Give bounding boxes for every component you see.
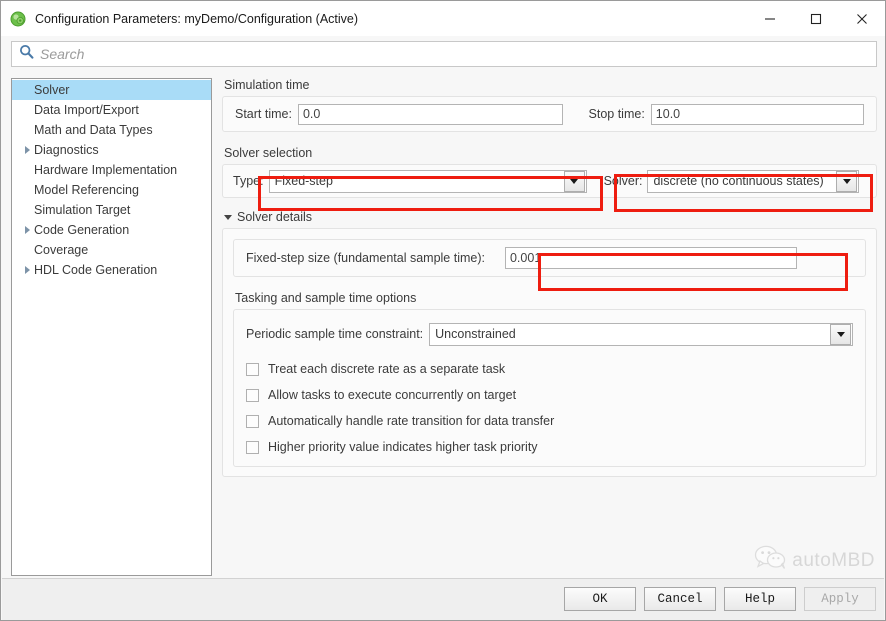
- tree-item-solver[interactable]: Solver: [12, 80, 211, 100]
- checkbox-row-rate-transition[interactable]: Automatically handle rate transition for…: [246, 408, 853, 434]
- cancel-button[interactable]: Cancel: [644, 587, 716, 611]
- minimize-button[interactable]: [747, 1, 793, 36]
- solver-type-combobox[interactable]: Fixed-step: [268, 169, 587, 193]
- expand-arrow-icon[interactable]: [20, 266, 34, 274]
- fixed-step-size-label: Fixed-step size (fundamental sample time…: [246, 251, 485, 265]
- tree-item-label: Data Import/Export: [34, 103, 139, 117]
- tree-item-label: Math and Data Types: [34, 123, 153, 137]
- checkbox-row-task-priority[interactable]: Higher priority value indicates higher t…: [246, 434, 853, 460]
- tree-item-label: Hardware Implementation: [34, 163, 178, 177]
- search-icon: [19, 44, 34, 64]
- expand-arrow-icon[interactable]: [20, 146, 34, 154]
- checkbox-higher-priority-value[interactable]: [246, 440, 259, 454]
- window-title: Configuration Parameters: myDemo/Configu…: [35, 11, 359, 26]
- solver-details-panel: Fixed-step size (fundamental sample time…: [222, 228, 877, 477]
- solver-details-section-header[interactable]: Solver details: [224, 210, 877, 224]
- simulink-config-icon: [10, 11, 26, 27]
- tree-item-label: Model Referencing: [34, 183, 139, 197]
- solver-type-value: Fixed-step: [274, 174, 333, 188]
- checkbox-label: Allow tasks to execute concurrently on t…: [268, 388, 517, 402]
- expand-arrow-icon[interactable]: [20, 226, 34, 234]
- tree-item-code-generation[interactable]: Code Generation: [12, 220, 211, 240]
- tree-item-math-and-data-types[interactable]: Math and Data Types: [12, 120, 211, 140]
- tree-item-hdl-code-generation[interactable]: HDL Code Generation: [12, 260, 211, 280]
- tasking-options-group-label: Tasking and sample time options: [235, 291, 417, 305]
- checkbox-label: Higher priority value indicates higher t…: [268, 440, 538, 454]
- close-button[interactable]: [839, 1, 885, 36]
- window-controls: [747, 1, 885, 36]
- tree-item-label: Simulation Target: [34, 203, 131, 217]
- checkbox-row-concurrent-tasks[interactable]: Allow tasks to execute concurrently on t…: [246, 382, 853, 408]
- solver-combobox[interactable]: discrete (no continuous states): [647, 169, 860, 193]
- search-input[interactable]: [40, 46, 818, 62]
- periodic-sample-time-value: Unconstrained: [435, 327, 516, 341]
- footer-button-row: OK Cancel Help Apply: [564, 587, 876, 611]
- configuration-tree[interactable]: Solver Data Import/Export Math and Data …: [11, 78, 212, 576]
- checkbox-auto-handle-rate-transition[interactable]: [246, 414, 259, 428]
- simulation-time-panel: Start time: 0.0 Stop time: 10.0: [222, 96, 877, 132]
- stop-time-label: Stop time:: [588, 107, 645, 121]
- title-bar: Configuration Parameters: myDemo/Configu…: [1, 1, 885, 36]
- solver-details-label: Solver details: [237, 210, 313, 224]
- solver-selection-group-label: Solver selection: [224, 146, 313, 160]
- checkbox-row-separate-task[interactable]: Treat each discrete rate as a separate t…: [246, 356, 853, 382]
- tree-item-diagnostics[interactable]: Diagnostics: [12, 140, 211, 160]
- start-time-input[interactable]: 0.0: [297, 103, 563, 125]
- checkbox-allow-tasks-concurrently[interactable]: [246, 388, 259, 402]
- periodic-sample-time-combobox[interactable]: Unconstrained: [429, 322, 853, 346]
- checkbox-treat-each-discrete-rate[interactable]: [246, 362, 259, 376]
- apply-button[interactable]: Apply: [804, 587, 876, 611]
- tree-item-label: HDL Code Generation: [34, 263, 158, 277]
- fixed-step-size-panel: Fixed-step size (fundamental sample time…: [233, 239, 866, 277]
- solver-type-label: Type:: [233, 174, 264, 188]
- search-bar[interactable]: [11, 41, 877, 67]
- checkbox-label: Automatically handle rate transition for…: [268, 414, 555, 428]
- tree-item-label: Code Generation: [34, 223, 130, 237]
- fixed-step-size-input[interactable]: 0.001: [504, 247, 797, 269]
- tree-item-model-referencing[interactable]: Model Referencing: [12, 180, 211, 200]
- dialog-footer: OK Cancel Help Apply: [2, 578, 884, 620]
- start-time-label: Start time:: [235, 107, 292, 121]
- tasking-options-panel: Periodic sample time constraint: Unconst…: [233, 309, 866, 467]
- stop-time-input[interactable]: 10.0: [650, 103, 864, 125]
- chevron-down-icon[interactable]: [830, 323, 851, 345]
- settings-pane: Simulation time Start time: 0.0 Stop tim…: [222, 78, 877, 576]
- tree-item-label: Coverage: [34, 243, 89, 257]
- periodic-sample-time-label: Periodic sample time constraint:: [246, 327, 424, 341]
- watermark-text: autoMBD: [792, 549, 875, 571]
- chevron-down-icon[interactable]: [836, 170, 858, 192]
- tree-item-label: Solver: [34, 83, 70, 97]
- tree-item-label: Diagnostics: [34, 143, 99, 157]
- tree-item-hardware-implementation[interactable]: Hardware Implementation: [12, 160, 211, 180]
- watermark: autoMBD: [754, 545, 875, 576]
- tree-item-coverage[interactable]: Coverage: [12, 240, 211, 260]
- wechat-icon: [754, 545, 788, 576]
- simulation-time-group-label: Simulation time: [224, 78, 310, 92]
- collapse-arrow-icon: [224, 214, 232, 220]
- maximize-button[interactable]: [793, 1, 839, 36]
- chevron-down-icon[interactable]: [563, 170, 585, 192]
- ok-button[interactable]: OK: [564, 587, 636, 611]
- solver-selection-panel: Type: Fixed-step Solver: discrete (no co…: [222, 164, 877, 198]
- solver-value: discrete (no continuous states): [653, 174, 824, 188]
- checkbox-label: Treat each discrete rate as a separate t…: [268, 362, 506, 376]
- tree-item-data-import-export[interactable]: Data Import/Export: [12, 100, 211, 120]
- solver-label: Solver:: [603, 174, 643, 188]
- help-button[interactable]: Help: [724, 587, 796, 611]
- tree-item-simulation-target[interactable]: Simulation Target: [12, 200, 211, 220]
